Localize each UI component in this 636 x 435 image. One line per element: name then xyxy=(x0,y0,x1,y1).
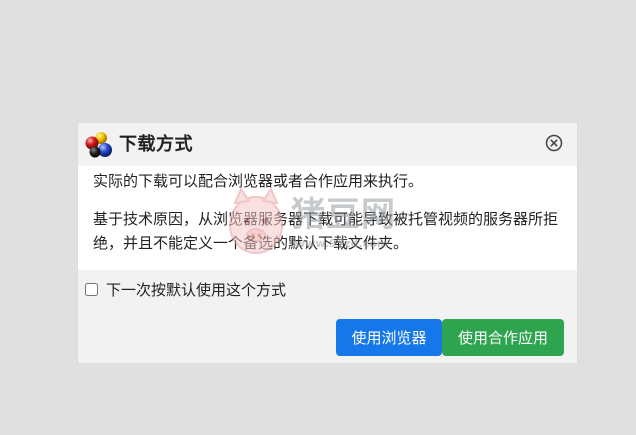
dialog-title: 下载方式 xyxy=(119,134,193,155)
message-detail-text: 基于技术原因，从浏览器服务器下载可能导致被托管视频的服务器所拒绝，并且不能定义一… xyxy=(93,210,559,252)
use-browser-button[interactable]: 使用浏览器 xyxy=(336,319,442,356)
app-logo-icon xyxy=(85,132,112,158)
remember-choice-row[interactable]: 下一次按默认使用这个方式 xyxy=(85,278,286,300)
remember-choice-checkbox[interactable] xyxy=(85,282,98,296)
dialog-body: 实际的下载可以配合浏览器或者合作应用来执行。 基于技术原因，从浏览器服务器下载可… xyxy=(78,166,577,270)
message-text: 实际的下载可以配合浏览器或者合作应用来执行。 xyxy=(93,172,424,190)
dialog-header: 下载方式 xyxy=(78,123,577,165)
download-method-dialog: 下载方式 实际的下载可以配合浏览器或者合作应用来执行。 基于技术原因，从浏览器服… xyxy=(78,123,577,363)
close-icon[interactable] xyxy=(545,134,563,152)
use-partner-app-button[interactable]: 使用合作应用 xyxy=(442,319,564,356)
remember-choice-label[interactable]: 下一次按默认使用这个方式 xyxy=(106,279,286,300)
